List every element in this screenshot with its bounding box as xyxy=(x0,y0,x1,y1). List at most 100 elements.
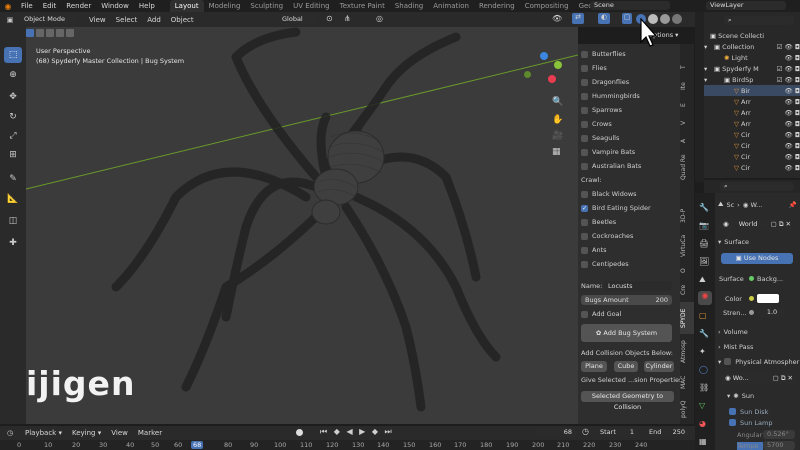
add-cube-icon[interactable]: ◫ xyxy=(4,213,22,229)
tab-uv-editing[interactable]: UV Editing xyxy=(288,0,335,12)
tab-a[interactable]: A xyxy=(680,134,694,148)
outliner-row-light[interactable]: ✺ Light 👁 ◘ xyxy=(704,52,800,63)
orientation-selector[interactable]: Global xyxy=(278,15,318,24)
mode-selector[interactable]: Object Mode xyxy=(20,15,78,24)
scale-icon[interactable]: ⤢ xyxy=(4,128,22,144)
tab-3d-p[interactable]: 3D-P xyxy=(680,204,694,228)
tab-animation[interactable]: Animation xyxy=(428,0,474,12)
visibility-icon[interactable]: 👁 ◘ xyxy=(785,142,800,150)
measure-icon[interactable]: 📐 xyxy=(4,191,22,207)
outliner-row-cir-3[interactable]: ▽ Cir 👁 ◘ xyxy=(704,151,800,162)
visibility-icon[interactable]: 👁 xyxy=(552,14,562,23)
bugs-amount-slider[interactable]: Bugs Amount 200 xyxy=(581,295,672,305)
timeline-editor-icon[interactable]: ◷ xyxy=(0,429,20,437)
tab-modeling[interactable]: Modeling xyxy=(204,0,246,12)
checkbox[interactable] xyxy=(581,232,588,240)
tab-shading[interactable]: Shading xyxy=(390,0,428,12)
menu-object[interactable]: Object xyxy=(166,14,199,26)
sun-panel-header[interactable]: ▾ ✺ Sun xyxy=(715,390,800,401)
menu-timeline-view[interactable]: View xyxy=(106,427,133,439)
menu-view[interactable]: View xyxy=(84,14,111,26)
crawl-item-beetles[interactable]: Beetles xyxy=(581,217,616,227)
camera-view-icon[interactable]: 🎥 xyxy=(552,131,563,141)
breadcrumb-world[interactable]: W... xyxy=(750,201,762,209)
data-tab-icon[interactable]: ▽ xyxy=(699,401,705,410)
angular-field[interactable]: 0.526° xyxy=(763,430,795,439)
crawl-item-bird-eating-spider[interactable]: ✓ Bird Eating Spider xyxy=(581,203,651,213)
volume-panel-header[interactable]: › Volume xyxy=(715,326,800,337)
menu-add[interactable]: Add xyxy=(142,14,166,26)
checkbox-checked[interactable]: ☑ 👁 ◘ xyxy=(777,76,800,84)
outliner-row-arr-1[interactable]: ▽ Arr 👁 ◘ xyxy=(704,96,800,107)
menu-keying[interactable]: Keying ▾ xyxy=(67,427,106,439)
tab-ite[interactable]: Ite xyxy=(680,78,694,94)
checkbox[interactable] xyxy=(581,162,588,170)
tab-quad-re[interactable]: Quad Re xyxy=(680,152,694,182)
collision-cylinder-button[interactable]: Cylinder xyxy=(644,361,674,372)
object-tab-icon[interactable]: ▢ xyxy=(699,311,707,320)
move-icon[interactable]: ✥ xyxy=(4,89,22,105)
checkbox-checked[interactable]: ☑ 👁 ◘ xyxy=(777,65,800,73)
tool-tab-icon[interactable]: 🔧 xyxy=(699,203,709,212)
breadcrumb-scene[interactable]: Sc xyxy=(726,201,734,209)
add-object-icon[interactable]: ✚ xyxy=(4,235,22,251)
xray-icon[interactable]: ▢ xyxy=(622,13,632,24)
physics-tab-icon[interactable]: ◯ xyxy=(699,365,708,374)
collision-plane-button[interactable]: Plane xyxy=(581,361,607,372)
checkbox[interactable] xyxy=(724,358,732,365)
fly-item-flies[interactable]: Flies xyxy=(581,63,607,73)
color-swatch[interactable] xyxy=(757,294,779,303)
select-box-icon[interactable]: ⬚ xyxy=(4,47,22,63)
sun-lamp-toggle[interactable]: Sun Lamp xyxy=(715,417,800,428)
use-nodes-button[interactable]: ▣ Use Nodes xyxy=(721,253,793,264)
outliner-row-spyderfy[interactable]: ▾ ▣ Spyderfy M ☑ 👁 ◘ xyxy=(704,63,800,74)
modifier-tab-icon[interactable]: 🔧 xyxy=(699,329,709,338)
tab-texture-paint[interactable]: Texture Paint xyxy=(335,0,390,12)
fly-item-hummingbirds[interactable]: Hummingbirds xyxy=(581,91,640,101)
menu-window[interactable]: Window xyxy=(96,0,134,12)
sun-disk-toggle[interactable]: Sun Disk xyxy=(715,406,800,417)
menu-render[interactable]: Render xyxy=(61,0,96,12)
outliner-row-arr-2[interactable]: ▽ Arr 👁 ◘ xyxy=(704,107,800,118)
tab-compositing[interactable]: Compositing xyxy=(520,0,574,12)
clock-icon[interactable]: ◷ xyxy=(582,427,589,436)
outliner-row-scene-collection[interactable]: ▣ Scene Collecti xyxy=(704,30,800,41)
constraints-tab-icon[interactable]: ⛓ xyxy=(699,383,709,392)
name-input[interactable]: Locusts xyxy=(604,281,672,291)
scene-selector[interactable]: Scene xyxy=(590,1,670,10)
world-buttons[interactable]: ▢ ⧉ ✕ xyxy=(773,373,793,384)
add-goal-toggle[interactable]: Add Goal xyxy=(581,309,621,319)
playback-controls[interactable]: ⏮ ◆ ◀ ▶ ◆ ⏭ xyxy=(320,427,394,437)
gizmo-z-axis-icon[interactable] xyxy=(540,52,548,60)
add-bug-system-button[interactable]: ✿ Add Bug System xyxy=(581,324,672,342)
current-frame-field[interactable]: 68 xyxy=(536,428,576,437)
visibility-icon[interactable]: 👁 ◘ xyxy=(785,98,800,106)
outliner-row-birdsp[interactable]: ▾ ▣ BirdSp ☑ 👁 ◘ xyxy=(704,74,800,85)
checkbox[interactable] xyxy=(581,78,588,86)
render-tab-icon[interactable]: 📷 xyxy=(699,221,709,230)
visibility-icon[interactable]: 👁 ◘ xyxy=(785,164,800,172)
surface-panel-header[interactable]: ▾ Surface xyxy=(715,236,800,247)
zoom-icon[interactable]: 🔍 xyxy=(552,97,563,107)
world-tab-icon[interactable]: ◉ xyxy=(698,291,712,305)
tab-mac[interactable]: MAC xyxy=(680,370,694,394)
world-buttons[interactable]: ▢ ⧉ ✕ xyxy=(771,219,791,230)
checkbox[interactable] xyxy=(581,106,588,114)
tab-sculpting[interactable]: Sculpting xyxy=(245,0,288,12)
shading-material-icon[interactable] xyxy=(660,14,670,24)
tab-polyq[interactable]: polyQ xyxy=(680,396,694,422)
checkbox[interactable] xyxy=(581,310,588,318)
rotate-icon[interactable]: ↻ xyxy=(4,109,22,125)
material-tab-icon[interactable]: ◕ xyxy=(699,419,706,428)
start-frame-field[interactable]: Start 1 xyxy=(596,428,638,437)
tab-layout[interactable]: Layout xyxy=(169,0,204,12)
crawl-item-centipedes[interactable]: Centipedes xyxy=(581,259,629,269)
checkbox[interactable] xyxy=(581,218,588,226)
texture-tab-icon[interactable]: ▦ xyxy=(699,437,707,446)
visibility-icon[interactable]: 👁 ◘ xyxy=(785,131,800,139)
checkbox[interactable] xyxy=(581,120,588,128)
checkbox[interactable] xyxy=(581,50,588,58)
fly-item-crows[interactable]: Crows xyxy=(581,119,612,129)
visibility-icon[interactable]: 👁 ◘ xyxy=(785,109,800,117)
pin-icon[interactable]: 📌 xyxy=(789,201,797,209)
